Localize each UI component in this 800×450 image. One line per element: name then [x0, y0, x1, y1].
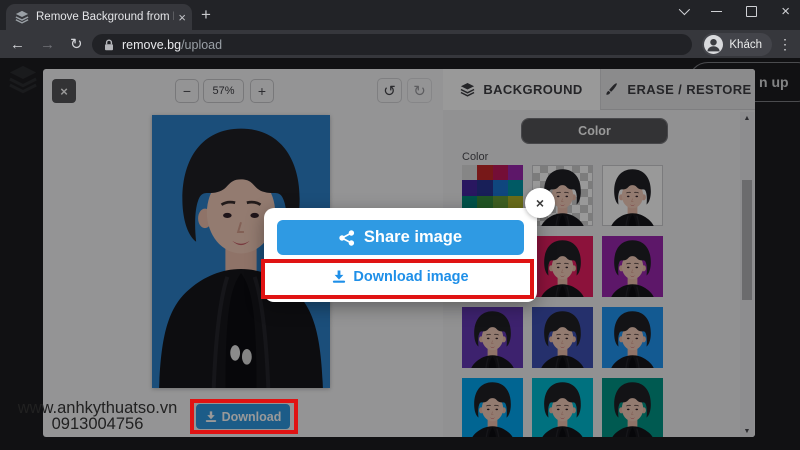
- profile-label: Khách: [729, 39, 762, 51]
- layers-icon: [460, 82, 475, 97]
- annotation-box-download-image: [261, 259, 534, 299]
- swatch-#ffffff[interactable]: [602, 165, 663, 226]
- zoom-in-button[interactable]: +: [250, 79, 274, 103]
- swatch-#03a9f4[interactable]: [462, 378, 523, 437]
- scroll-up-icon[interactable]: ▲: [740, 112, 754, 124]
- person-thumbnail: [602, 378, 663, 437]
- tab-title: Remove Background from Image: [36, 11, 174, 23]
- window-minimize-button[interactable]: [711, 11, 722, 12]
- scrollbar-thumb[interactable]: [742, 180, 752, 300]
- forward-button: →: [40, 30, 55, 58]
- removebg-logo: [8, 64, 38, 94]
- swatch-#009688[interactable]: [602, 378, 663, 437]
- popup-close-button[interactable]: ×: [525, 188, 555, 218]
- palette-color: [508, 180, 523, 195]
- brush-icon: [604, 82, 619, 97]
- annotation-box-download-button: [190, 399, 298, 434]
- swatch-#9c27b0[interactable]: [602, 236, 663, 297]
- reload-button[interactable]: ↻: [70, 30, 83, 58]
- address-bar[interactable]: remove.bg/upload: [92, 34, 692, 55]
- lock-icon: [103, 39, 115, 51]
- person-thumbnail: [602, 236, 663, 297]
- browser-menu-icon[interactable]: ⋮: [778, 36, 792, 53]
- palette-color: [462, 180, 477, 195]
- person-thumbnail: [462, 307, 523, 368]
- swatch-#2196f3[interactable]: [602, 307, 663, 368]
- person-thumbnail: [532, 378, 593, 437]
- photo-color-toggle: Photo Color: [521, 118, 668, 144]
- watermark: www.anhkythuatso.vn 0913004756: [10, 400, 185, 432]
- palette-color: [462, 165, 477, 180]
- window-maximize-button[interactable]: [746, 6, 757, 17]
- tab-erase-restore-label: ERASE / RESTORE: [627, 82, 751, 97]
- swatch-#3f51b5[interactable]: [532, 307, 593, 368]
- tab-erase-restore[interactable]: ERASE / RESTORE: [600, 69, 755, 110]
- removebg-favicon: [15, 10, 29, 24]
- browser-tab-strip: Remove Background from Image × + ×: [0, 0, 800, 30]
- person-thumbnail: [532, 307, 593, 368]
- scroll-down-icon[interactable]: ▼: [740, 425, 754, 437]
- profile-button[interactable]: Khách: [702, 33, 772, 56]
- toggle-color[interactable]: Color: [522, 119, 667, 143]
- url-host: remove.bg: [122, 38, 181, 52]
- browser-tab[interactable]: Remove Background from Image ×: [6, 4, 192, 30]
- palette-color: [493, 180, 508, 195]
- tab-background[interactable]: BACKGROUND: [443, 69, 600, 110]
- palette-color: [493, 165, 508, 180]
- undo-button[interactable]: ↺: [377, 78, 402, 103]
- watermark-phone: 0913004756: [10, 416, 185, 432]
- share-image-label: Share image: [364, 228, 462, 247]
- swatch-#00bcd4[interactable]: [532, 378, 593, 437]
- color-section-label: Color: [462, 151, 488, 163]
- swatch-#673ab7[interactable]: [462, 307, 523, 368]
- redo-button: ↻: [407, 78, 432, 103]
- person-thumbnail: [602, 307, 663, 368]
- watermark-url: www.anhkythuatso.vn: [10, 400, 185, 416]
- new-tab-button[interactable]: +: [201, 5, 211, 25]
- editor-close-button[interactable]: ×: [52, 79, 76, 103]
- avatar-icon: [704, 35, 723, 54]
- back-button[interactable]: ←: [10, 30, 25, 58]
- panel-scrollbar[interactable]: ▲ ▼: [740, 112, 754, 437]
- tab-search-chevron-icon[interactable]: [679, 4, 690, 15]
- palette-color: [508, 165, 523, 180]
- tab-background-label: BACKGROUND: [483, 82, 582, 97]
- palette-color: [477, 180, 492, 195]
- share-image-button[interactable]: Share image: [277, 220, 524, 255]
- swatch-#e91e63[interactable]: [532, 236, 593, 297]
- tab-close-icon[interactable]: ×: [178, 11, 186, 24]
- person-thumbnail: [532, 236, 593, 297]
- url-path: /upload: [181, 38, 222, 52]
- window-close-button[interactable]: ×: [781, 4, 790, 19]
- share-icon: [339, 230, 355, 246]
- person-thumbnail: [462, 378, 523, 437]
- zoom-out-button[interactable]: −: [175, 79, 199, 103]
- zoom-level: 57%: [203, 79, 244, 103]
- palette-color: [477, 165, 492, 180]
- person-thumbnail: [602, 165, 663, 226]
